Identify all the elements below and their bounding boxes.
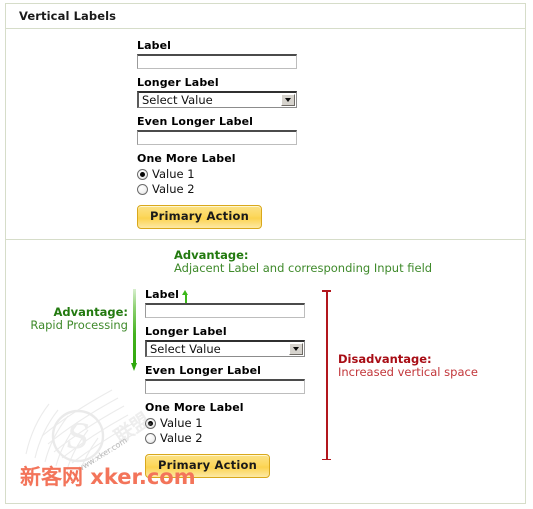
field-longer-label-text: Longer Label (137, 76, 219, 89)
panel-header: Vertical Labels (6, 4, 525, 29)
section-plain-form: Label Longer Label Select Value Even Lon… (6, 29, 525, 240)
field-even-longer-label-annotated: Even Longer Label (145, 364, 305, 394)
annotation-disadvantage-text: Increased vertical space (338, 365, 478, 379)
field-longer-label: Longer Label Select Value (137, 76, 297, 108)
field-one-more-label-annotated: One More Label Value 1 Value 2 (145, 401, 305, 445)
chevron-down-icon[interactable] (289, 343, 303, 355)
watermark-subtext: www.xker.com (75, 435, 129, 474)
chevron-down-icon[interactable] (281, 94, 295, 106)
field-label-annotated: Label (145, 288, 305, 318)
radio-icon-checked[interactable] (145, 417, 156, 429)
radio-label-value-1-annotated: Value 1 (160, 415, 203, 430)
radio-option-value-1-annotated[interactable]: Value 1 (145, 416, 305, 430)
field-longer-label-text-annotated: Longer Label (145, 325, 227, 338)
radio-icon-unchecked[interactable] (145, 432, 156, 444)
red-vertical-bracket-icon (322, 290, 331, 460)
label-input[interactable] (137, 54, 297, 69)
radio-label-value-2-annotated: Value 2 (160, 430, 203, 445)
even-longer-label-input-annotated[interactable] (145, 379, 305, 394)
panel-frame: Vertical Labels Label Longer Label Selec… (5, 3, 526, 504)
form-vertical-labels-annotated: Label Longer Label Select Value Even Lon… (145, 288, 305, 478)
page-title: Vertical Labels (19, 9, 117, 23)
annotation-advantage-top: Advantage: Adjacent Label and correspond… (174, 249, 432, 275)
field-label-text: Label (137, 39, 172, 52)
annotation-advantage-top-text: Adjacent Label and corresponding Input f… (174, 261, 433, 275)
annotation-disadvantage-right: Disadvantage: Increased vertical space (338, 353, 478, 379)
annotation-advantage-left-text: Rapid Processing (30, 318, 128, 332)
radio-label-value-1: Value 1 (152, 166, 195, 181)
even-longer-label-input[interactable] (137, 130, 297, 145)
field-label-text-annotated: Label (145, 288, 180, 301)
longer-label-select-annotated[interactable]: Select Value (145, 340, 305, 357)
field-longer-label-annotated: Longer Label Select Value (145, 325, 305, 357)
radio-option-value-2[interactable]: Value 2 (137, 182, 297, 196)
label-input-annotated[interactable] (145, 303, 305, 318)
radio-icon-checked[interactable] (137, 168, 148, 180)
radio-label-value-2: Value 2 (152, 181, 195, 196)
field-one-more-label-text: One More Label (137, 152, 236, 165)
green-down-arrow-icon (131, 289, 138, 371)
radio-option-value-2-annotated[interactable]: Value 2 (145, 431, 305, 445)
annotation-advantage-left: Advantage: Rapid Processing (20, 306, 128, 332)
field-even-longer-label: Even Longer Label (137, 115, 297, 145)
primary-action-button-annotated[interactable]: Primary Action (145, 454, 271, 478)
field-one-more-label: One More Label Value 1 Value 2 (137, 152, 297, 196)
primary-action-button[interactable]: Primary Action (137, 205, 263, 229)
form-vertical-labels-plain: Label Longer Label Select Value Even Lon… (137, 39, 297, 229)
field-even-longer-label-text: Even Longer Label (137, 115, 254, 128)
field-label: Label (137, 39, 297, 69)
field-one-more-label-text-annotated: One More Label (145, 401, 244, 414)
select-selected-value-annotated: Select Value (150, 342, 221, 356)
select-selected-value: Select Value (142, 93, 213, 107)
svg-text:S: S (66, 417, 89, 457)
field-even-longer-label-text-annotated: Even Longer Label (145, 364, 262, 377)
radio-icon-unchecked[interactable] (137, 183, 148, 195)
radio-option-value-1[interactable]: Value 1 (137, 167, 297, 181)
section-annotated-form: Advantage: Adjacent Label and correspond… (6, 240, 525, 502)
longer-label-select[interactable]: Select Value (137, 91, 297, 108)
